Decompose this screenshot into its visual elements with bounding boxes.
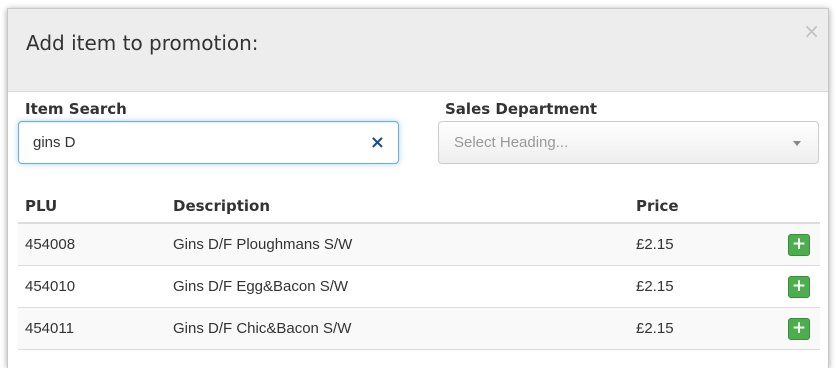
modal-header: Add item to promotion: × <box>8 9 828 92</box>
sales-department-label: Sales Department <box>445 100 598 118</box>
modal-title: Add item to promotion: <box>26 31 259 55</box>
item-search-label: Item Search <box>25 100 127 118</box>
add-item-button[interactable]: + <box>788 318 810 340</box>
row-price: £2.15 <box>636 320 674 337</box>
column-header-plu: PLU <box>25 197 58 215</box>
add-item-button[interactable]: + <box>788 276 810 298</box>
table-header: PLU Description Price <box>18 189 820 224</box>
chevron-down-icon <box>793 141 801 146</box>
row-plu: 454011 <box>25 320 74 337</box>
table-row: 454010 Gins D/F Egg&Bacon S/W £2.15 + <box>18 266 820 308</box>
table-row: 454011 Gins D/F Chic&Bacon S/W £2.15 + <box>18 308 820 350</box>
row-price: £2.15 <box>636 278 674 295</box>
table-row: 454008 Gins D/F Ploughmans S/W £2.15 + <box>18 224 820 266</box>
add-item-button[interactable]: + <box>788 234 810 256</box>
column-header-price: Price <box>636 197 679 215</box>
item-search-field[interactable]: × <box>18 121 399 164</box>
row-price: £2.15 <box>636 236 674 253</box>
row-plu: 454010 <box>25 278 76 295</box>
item-search-input[interactable] <box>20 123 360 162</box>
row-description: Gins D/F Egg&Bacon S/W <box>173 278 349 295</box>
row-plu: 454008 <box>25 236 76 253</box>
row-description: Gins D/F Chic&Bacon S/W <box>173 320 352 337</box>
sales-department-select[interactable]: Select Heading... <box>438 121 819 164</box>
column-header-description: Description <box>173 197 271 215</box>
sales-department-placeholder: Select Heading... <box>454 134 569 151</box>
row-description: Gins D/F Ploughmans S/W <box>173 236 353 253</box>
close-icon[interactable]: × <box>803 21 820 41</box>
table-body: 454008 Gins D/F Ploughmans S/W £2.15 + 4… <box>18 224 820 350</box>
clear-search-icon[interactable]: × <box>370 132 385 153</box>
results-table: PLU Description Price 454008 Gins D/F Pl… <box>18 189 820 350</box>
